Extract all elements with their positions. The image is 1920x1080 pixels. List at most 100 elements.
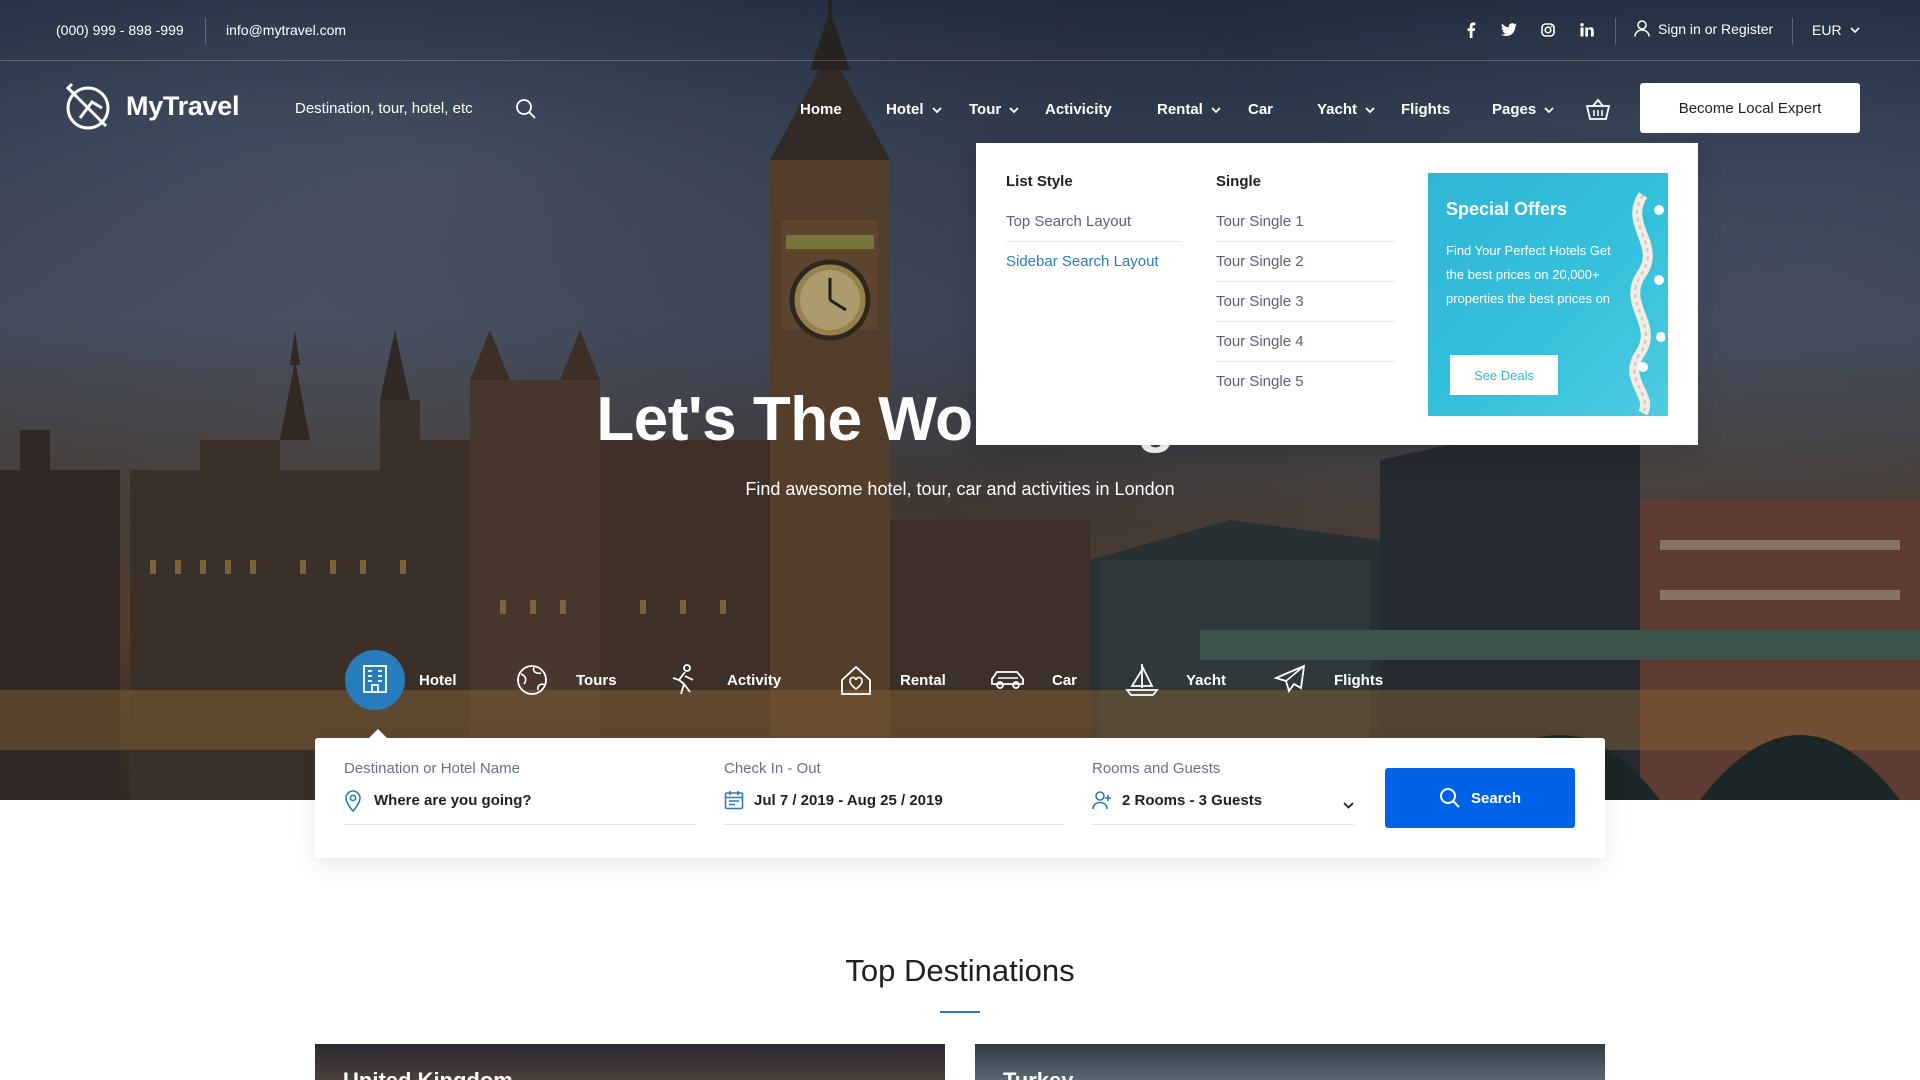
menu-link-tour-single-2[interactable]: Tour Single 2 — [1216, 253, 1304, 270]
check-in-out-label: Check In - Out — [724, 760, 821, 777]
single-heading: Single — [1216, 173, 1262, 190]
nav-item-label: Car — [1248, 101, 1274, 118]
menu-link-top-search-layout[interactable]: Top Search Layout — [1006, 213, 1131, 230]
rooms-guests-field[interactable]: Rooms and Guests 2 Rooms - 3 Guests — [1092, 760, 1354, 825]
logo-icon — [65, 82, 110, 130]
nav-item-label: Yacht — [1317, 101, 1358, 118]
nav-item-hotel[interactable]: Hotel — [886, 101, 942, 118]
destination-input[interactable]: Where are you going? — [374, 792, 532, 809]
destination-name: United Kingdom — [343, 1068, 513, 1080]
search-icon[interactable] — [515, 98, 537, 125]
date-range-input[interactable]: Jul 7 / 2019 - Aug 25 / 2019 — [754, 792, 943, 809]
check-in-out-field[interactable]: Check In - Out Jul 7 / 2019 - Aug 25 / 2… — [724, 760, 1064, 825]
destination-card[interactable]: Turkey — [975, 1044, 1605, 1080]
tab-tours[interactable]: Tours — [502, 650, 617, 710]
special-offers-banner: Special Offers Find Your Perfect Hotels … — [1428, 173, 1668, 416]
destination-field[interactable]: Destination or Hotel Name Where are you … — [344, 760, 696, 825]
nav-item-label: Tour — [969, 101, 1002, 118]
search-button-label: Search — [1470, 789, 1522, 807]
menu-link-tour-single-5[interactable]: Tour Single 5 — [1216, 373, 1304, 390]
top-destinations-heading: Top Destinations — [845, 953, 1075, 988]
top-bar: (000) 999 - 898 -999 info@mytravel.com S… — [0, 0, 1920, 61]
linkedin-icon[interactable] — [1577, 20, 1597, 40]
become-local-expert-button[interactable]: Become Local Expert — [1640, 83, 1860, 133]
house-heart-icon — [826, 650, 886, 710]
divider — [1006, 241, 1182, 242]
search-form-card: Destination or Hotel Name Where are you … — [315, 729, 1605, 858]
calendar-icon — [724, 790, 744, 815]
tab-car[interactable]: Car — [978, 650, 1077, 710]
special-offers-title: Special Offers — [1446, 199, 1568, 219]
add-user-icon — [1092, 790, 1112, 815]
chevron-down-icon — [1009, 106, 1019, 113]
divider — [1216, 281, 1396, 282]
instagram-icon[interactable] — [1538, 20, 1558, 40]
search-icon — [1439, 788, 1460, 808]
menu-link-sidebar-search-layout[interactable]: Sidebar Search Layout — [1006, 253, 1159, 270]
chevron-down-icon — [1849, 27, 1860, 33]
currency-selector[interactable]: EUR — [1812, 22, 1860, 38]
nav-item-label: Pages — [1492, 101, 1537, 118]
user-icon — [1634, 20, 1650, 37]
nav-item-yacht[interactable]: Yacht — [1317, 101, 1375, 118]
heading-underline — [940, 1011, 980, 1013]
tab-yacht[interactable]: Yacht — [1112, 650, 1226, 710]
menu-link-tour-single-1[interactable]: Tour Single 1 — [1216, 213, 1304, 230]
special-offers-text: Find Your Perfect Hotels Get the best pr… — [1446, 243, 1611, 306]
sailboat-icon — [1112, 650, 1172, 710]
tab-flights[interactable]: Flights — [1260, 650, 1383, 710]
email-link[interactable]: info@mytravel.com — [226, 22, 346, 38]
menu-link-tour-single-3[interactable]: Tour Single 3 — [1216, 293, 1304, 310]
see-deals-button[interactable]: See Deals — [1450, 355, 1558, 395]
nav-item-label: Flights — [1401, 101, 1451, 118]
twitter-icon[interactable] — [1499, 20, 1519, 40]
plane-icon — [1260, 650, 1320, 710]
nav-item-pages[interactable]: Pages — [1492, 101, 1554, 118]
nav-item-label: Rental — [1157, 101, 1203, 118]
tab-activity[interactable]: Activity — [653, 650, 781, 710]
active-tab-pointer — [368, 729, 388, 739]
tab-label: Tours — [576, 671, 617, 689]
brand-logo[interactable]: MyTravel — [62, 78, 239, 134]
rooms-guests-label: Rooms and Guests — [1092, 760, 1221, 777]
divider — [205, 18, 206, 44]
nav-item-rental[interactable]: Rental — [1157, 101, 1221, 118]
globe-tours-icon — [502, 650, 562, 710]
header-search-input[interactable]: Destination, tour, hotel, etc — [295, 100, 473, 117]
destination-label: Destination or Hotel Name — [344, 760, 520, 777]
map-pin-icon — [344, 790, 362, 817]
list-style-heading: List Style — [1006, 173, 1073, 190]
nav-item-flights[interactable]: Flights — [1401, 101, 1450, 118]
nav-item-label: Hotel — [886, 101, 924, 118]
nav-item-activicity[interactable]: Activicity — [1045, 101, 1112, 118]
menu-link-tour-single-4[interactable]: Tour Single 4 — [1216, 333, 1304, 350]
chevron-down-icon — [1211, 106, 1221, 113]
chevron-down-icon — [1365, 106, 1375, 113]
sign-in-label: Sign in or Register — [1658, 20, 1774, 37]
tab-label: Yacht — [1186, 671, 1227, 689]
tour-dropdown-menu: List Style Top Search Layout Sidebar Sea… — [976, 143, 1698, 445]
nav-item-tour[interactable]: Tour — [969, 101, 1019, 118]
tab-hotel[interactable]: Hotel — [345, 650, 457, 710]
hotel-building-icon — [345, 650, 405, 710]
destination-name: Turkey — [1003, 1068, 1074, 1080]
nav-item-car[interactable]: Car — [1248, 101, 1273, 118]
nav-item-home[interactable]: Home — [800, 101, 842, 118]
tab-label: Flights — [1334, 671, 1384, 689]
divider — [1615, 18, 1616, 44]
rooms-guests-select[interactable]: 2 Rooms - 3 Guests — [1122, 792, 1262, 809]
cart-basket-icon[interactable] — [1585, 98, 1611, 127]
facebook-icon[interactable] — [1461, 20, 1481, 40]
search-button[interactable]: Search — [1385, 768, 1575, 828]
phone-number[interactable]: (000) 999 - 898 -999 — [56, 22, 184, 38]
chevron-down-icon — [931, 106, 942, 113]
rope-anchor-illustration — [1629, 192, 1665, 415]
chevron-down-icon[interactable] — [1343, 796, 1354, 814]
tab-rental[interactable]: Rental — [826, 650, 946, 710]
divider — [1216, 361, 1396, 362]
sign-in-link[interactable]: Sign in or Register — [1634, 20, 1773, 37]
tab-label: Car — [1052, 671, 1078, 689]
destination-card[interactable]: United Kingdom — [315, 1044, 945, 1080]
tab-label: Rental — [900, 671, 946, 689]
brand-name: MyTravel — [126, 90, 240, 121]
